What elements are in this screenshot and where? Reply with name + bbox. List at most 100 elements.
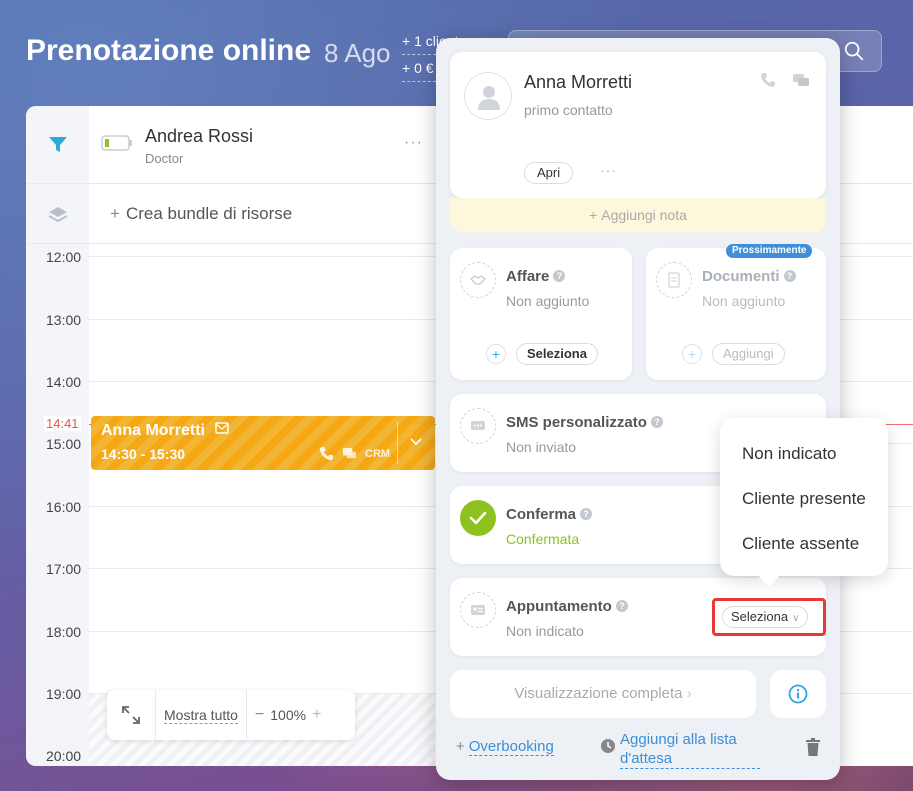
time-label: 13:00	[46, 312, 82, 328]
confirmation-title-text: Conferma	[506, 506, 577, 523]
select-deal-button[interactable]: Seleziona	[516, 343, 598, 365]
plus-icon: +	[110, 204, 120, 223]
help-icon[interactable]: ?	[650, 416, 663, 428]
trash-icon[interactable]	[806, 738, 820, 756]
document-icon	[668, 272, 680, 288]
deal-icon-wrap	[460, 262, 496, 298]
event-client-name: Anna Morretti	[101, 422, 205, 439]
full-view-label: Visualizzazione completa	[514, 685, 683, 702]
filter-icon[interactable]	[48, 136, 68, 154]
info-icon	[788, 684, 808, 704]
help-icon[interactable]: ?	[553, 270, 566, 282]
search-icon[interactable]	[843, 40, 865, 62]
time-label: 19:00	[46, 686, 82, 702]
open-client-button[interactable]: Apri	[524, 162, 574, 184]
sms-icon-wrap	[460, 408, 496, 444]
event-time: 14:30 - 15:30	[101, 446, 186, 462]
sms-status: Non inviato	[506, 439, 577, 455]
add-note-button[interactable]: + Aggiungi nota	[450, 198, 826, 232]
appointment-title-text: Appuntamento	[506, 598, 612, 615]
client-status: primo contatto	[524, 102, 613, 118]
page-title: Prenotazione online	[26, 34, 312, 67]
time-label: 14:00	[46, 374, 82, 390]
check-icon	[469, 511, 487, 525]
appointment-event[interactable]: Anna Morretti 14:30 - 15:30 CRM	[91, 416, 435, 470]
time-label: 20:00	[46, 748, 82, 764]
expand-icon[interactable]	[121, 705, 141, 725]
add-deal-button[interactable]: +	[486, 344, 506, 364]
coming-soon-badge: Prossimamente	[726, 244, 813, 258]
appointment-status-dropdown: Non indicato Cliente presente Cliente as…	[720, 418, 888, 587]
dropdown-option-client-present[interactable]: Cliente presente	[742, 489, 866, 509]
zoom-in-button[interactable]: +	[312, 706, 321, 724]
dropdown-option-client-absent[interactable]: Cliente assente	[742, 534, 859, 554]
resource-more-icon[interactable]: ···	[404, 134, 423, 152]
sms-icon	[471, 421, 485, 430]
battery-icon	[101, 135, 132, 151]
time-label: 17:00	[46, 561, 82, 577]
plus-icon: +	[456, 738, 465, 755]
divider	[155, 690, 156, 740]
dropdown-option-not-indicated[interactable]: Non indicato	[742, 444, 837, 464]
chevron-right-icon: ›	[686, 685, 692, 702]
crm-label: CRM	[365, 447, 391, 460]
overbooking-label: Overbooking	[468, 738, 554, 756]
confirmation-title: Conferma?	[506, 506, 593, 523]
documents-title: Documenti?	[702, 268, 796, 285]
help-icon[interactable]: ?	[615, 600, 628, 612]
booking-popup: Anna Morretti primo contatto Apri ··· + A…	[436, 38, 840, 780]
appointment-status: Non indicato	[506, 623, 584, 639]
add-note-label: Aggiungi nota	[601, 207, 687, 223]
current-time-label: 14:41	[44, 416, 81, 431]
phone-icon[interactable]	[760, 72, 776, 88]
client-card: Anna Morretti primo contatto Apri ···	[450, 52, 826, 198]
event-icons: CRM	[319, 446, 390, 461]
add-document-button: Aggiungi	[712, 343, 785, 365]
info-button[interactable]	[770, 670, 826, 718]
zoom-level: 100%	[270, 707, 307, 723]
deal-status: Non aggiunto	[506, 293, 590, 309]
event-divider	[397, 422, 398, 464]
appointment-title: Appuntamento?	[506, 598, 628, 615]
clock-icon	[601, 739, 615, 753]
chat-icon[interactable]	[792, 72, 810, 88]
show-all-button[interactable]: Mostra tutto	[164, 707, 238, 724]
zoom-out-button[interactable]: −	[255, 706, 264, 724]
time-label: 18:00	[46, 624, 82, 640]
help-icon[interactable]: ?	[783, 270, 796, 282]
appointment-icon-wrap	[460, 592, 496, 628]
help-icon[interactable]: ?	[580, 508, 593, 520]
documents-title-text: Documenti	[702, 268, 780, 285]
divider	[245, 690, 247, 740]
zoom-control: Mostra tutto − 100% +	[107, 690, 355, 740]
client-name[interactable]: Anna Morretti	[524, 72, 632, 93]
phone-icon	[319, 446, 334, 461]
message-icon	[215, 422, 229, 434]
documents-card: Documenti? Non aggiunto + Aggiungi	[646, 248, 826, 380]
add-document-icon: +	[682, 344, 702, 364]
client-more-icon[interactable]: ···	[600, 162, 617, 178]
check-icon-wrap	[460, 500, 496, 536]
deal-title-text: Affare	[506, 268, 550, 285]
highlight-box	[712, 598, 826, 636]
layers-icon[interactable]	[48, 206, 68, 224]
waitlist-label: Aggiungi alla lista d'attesa	[620, 730, 760, 769]
time-label: 12:00	[46, 249, 82, 265]
overbooking-button[interactable]: + Overbooking	[456, 738, 554, 756]
time-label: 15:00	[46, 436, 82, 452]
document-icon-wrap	[656, 262, 692, 298]
resource-name[interactable]: Andrea Rossi	[145, 126, 253, 147]
resource-role: Doctor	[145, 151, 184, 166]
page-date: 8 Ago	[324, 38, 391, 68]
time-label: 16:00	[46, 499, 82, 515]
user-icon	[478, 86, 500, 110]
deal-card: Affare? Non aggiunto + Seleziona	[450, 248, 632, 380]
full-view-button[interactable]: Visualizzazione completa ›	[450, 670, 756, 718]
chat-icon	[342, 447, 357, 459]
documents-status: Non aggiunto	[702, 293, 786, 309]
waitlist-button[interactable]: Aggiungi alla lista d'attesa	[600, 730, 760, 769]
chevron-down-icon[interactable]	[409, 434, 423, 448]
create-bundle-button[interactable]: + Crea bundle di risorse	[110, 204, 292, 224]
deal-title: Affare?	[506, 268, 566, 285]
create-bundle-label: Crea bundle di risorse	[125, 204, 293, 223]
